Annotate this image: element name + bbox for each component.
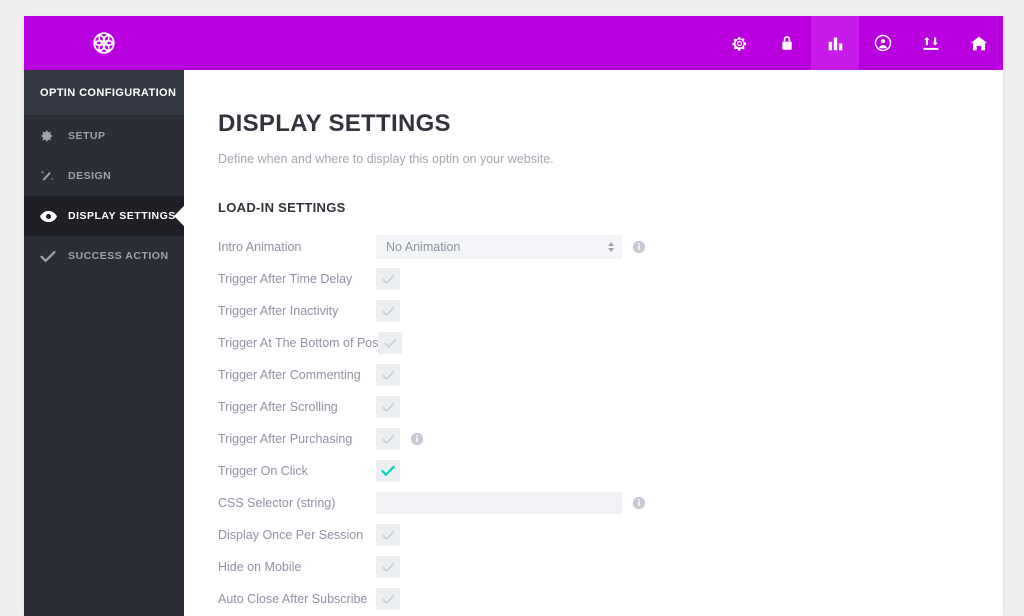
field-label: Trigger On Click — [218, 464, 308, 478]
trigger-after-time-delay-checkbox[interactable] — [376, 268, 400, 290]
brand-logo[interactable] — [24, 16, 184, 70]
load-in-settings-form: Intro Animation No Animation Trigger Aft… — [218, 231, 1003, 615]
section-title: LOAD-IN SETTINGS — [218, 200, 346, 215]
bloom-logo-icon — [89, 28, 119, 58]
trigger-after-scrolling-checkbox[interactable] — [376, 396, 400, 418]
app-panel: OPTIN CONFIGURATION SETUP DESIGN DISPLAY… — [24, 16, 1003, 616]
form-row-trigger-on-click: Trigger On Click — [218, 455, 1003, 487]
display-once-per-session-checkbox[interactable] — [376, 524, 400, 546]
field-label: Trigger After Commenting — [218, 368, 361, 382]
topnav-home[interactable] — [955, 16, 1003, 70]
form-row-intro-animation: Intro Animation No Animation — [218, 231, 1003, 263]
field-label: Trigger After Time Delay — [218, 272, 353, 286]
trigger-after-commenting-checkbox[interactable] — [376, 364, 400, 386]
sidebar-item-design[interactable]: DESIGN — [24, 156, 184, 196]
hide-on-mobile-checkbox[interactable] — [376, 556, 400, 578]
sidebar-item-setup[interactable]: SETUP — [24, 116, 184, 156]
topnav-import-export[interactable] — [907, 16, 955, 70]
field-label: Display Once Per Session — [218, 528, 364, 542]
sidebar-item-label: DESIGN — [68, 170, 112, 182]
home-icon — [970, 35, 988, 52]
form-row-trigger-after-commenting: Trigger After Commenting — [218, 359, 1003, 391]
field-label: Trigger After Scrolling — [218, 400, 338, 414]
form-row-trigger-after-purchasing: Trigger After Purchasing — [218, 423, 1003, 455]
top-bar — [24, 16, 1003, 70]
trigger-after-inactivity-checkbox[interactable] — [376, 300, 400, 322]
field-label: Trigger At The Bottom of Post — [218, 336, 382, 350]
topnav-license[interactable] — [763, 16, 811, 70]
form-row-trigger-after-inactivity: Trigger After Inactivity — [218, 295, 1003, 327]
sidebar-item-label: SETUP — [68, 130, 106, 142]
field-label: Trigger After Inactivity — [218, 304, 339, 318]
magic-wand-icon — [40, 169, 62, 184]
main-content: DISPLAY SETTINGS Define when and where t… — [184, 70, 1003, 616]
topnav-settings[interactable] — [715, 16, 763, 70]
check-icon — [40, 250, 62, 263]
info-icon[interactable] — [632, 240, 646, 254]
field-label: Hide on Mobile — [218, 560, 302, 574]
page-title: DISPLAY SETTINGS — [218, 110, 451, 137]
sidebar-item-label: SUCCESS ACTION — [68, 250, 169, 262]
trigger-on-click-checkbox[interactable] — [376, 460, 400, 482]
sidebar: OPTIN CONFIGURATION SETUP DESIGN DISPLAY… — [24, 70, 185, 616]
form-row-trigger-after-time-delay: Trigger After Time Delay — [218, 263, 1003, 295]
topnav-statistics[interactable] — [811, 16, 859, 70]
topnav-account[interactable] — [859, 16, 907, 70]
chevron-updown-icon — [608, 242, 614, 252]
lock-icon — [779, 35, 795, 52]
bar-chart-icon — [827, 35, 844, 52]
info-icon[interactable] — [410, 432, 424, 446]
form-row-css-selector: CSS Selector (string) — [218, 487, 1003, 519]
sidebar-item-display-settings[interactable]: DISPLAY SETTINGS — [24, 196, 185, 236]
eye-icon — [40, 210, 62, 223]
sidebar-item-success-action[interactable]: SUCCESS ACTION — [24, 236, 184, 276]
user-circle-icon — [874, 34, 892, 52]
top-navigation — [715, 16, 1003, 70]
gear-icon — [731, 35, 748, 52]
trigger-at-bottom-of-post-checkbox[interactable] — [378, 332, 402, 354]
field-label: Intro Animation — [218, 240, 302, 254]
auto-close-after-subscribe-checkbox[interactable] — [376, 588, 400, 610]
sidebar-item-label: DISPLAY SETTINGS — [68, 210, 176, 222]
field-label: CSS Selector (string) — [218, 496, 336, 510]
field-label: Auto Close After Subscribe — [218, 592, 368, 606]
select-value: No Animation — [386, 240, 461, 254]
gear-icon — [40, 129, 62, 143]
trigger-after-purchasing-checkbox[interactable] — [376, 428, 400, 450]
intro-animation-select[interactable]: No Animation — [376, 235, 622, 259]
info-icon[interactable] — [632, 496, 646, 510]
form-row-trigger-after-scrolling: Trigger After Scrolling — [218, 391, 1003, 423]
form-row-hide-on-mobile: Hide on Mobile — [218, 551, 1003, 583]
sidebar-title: OPTIN CONFIGURATION — [24, 70, 184, 116]
form-row-display-once-per-session: Display Once Per Session — [218, 519, 1003, 551]
page-subtitle: Define when and where to display this op… — [218, 152, 554, 166]
import-export-icon — [922, 35, 940, 52]
form-row-auto-close-after-subscribe: Auto Close After Subscribe — [218, 583, 1003, 615]
form-row-trigger-at-bottom-of-post: Trigger At The Bottom of Post — [218, 327, 1003, 359]
css-selector-input[interactable] — [376, 492, 622, 514]
field-label: Trigger After Purchasing — [218, 432, 353, 446]
